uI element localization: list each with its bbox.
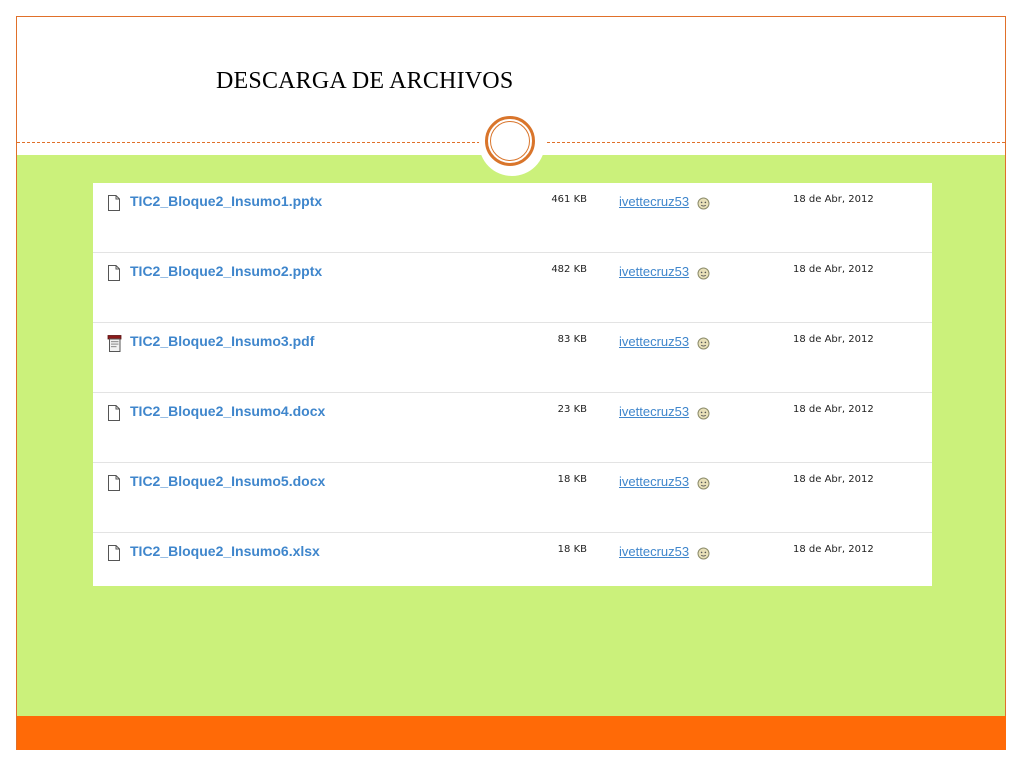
divider-ornament-inner-ring [490, 121, 530, 161]
pdf-icon [107, 335, 122, 352]
file-date: 18 de Abr, 2012 [793, 544, 874, 555]
file-row: TIC2_Bloque2_Insumo1.pptx 461 KB ivettec… [93, 183, 932, 253]
file-link[interactable]: TIC2_Bloque2_Insumo4.docx [130, 403, 325, 419]
document-icon [107, 195, 121, 211]
user-face-icon [697, 407, 710, 420]
user-link[interactable]: ivettecruz53 [619, 334, 689, 349]
file-link[interactable]: TIC2_Bloque2_Insumo6.xlsx [130, 543, 320, 559]
file-date: 18 de Abr, 2012 [793, 264, 874, 275]
file-row: TIC2_Bloque2_Insumo3.pdf 83 KB ivettecru… [93, 323, 932, 393]
file-size: 18 KB [557, 474, 587, 485]
user-face-icon [697, 197, 710, 210]
document-icon [107, 545, 121, 561]
file-list: TIC2_Bloque2_Insumo1.pptx 461 KB ivettec… [93, 183, 932, 586]
user-face-icon [697, 337, 710, 350]
file-date: 18 de Abr, 2012 [793, 474, 874, 485]
user-link[interactable]: ivettecruz53 [619, 404, 689, 419]
file-size: 83 KB [557, 334, 587, 345]
document-icon [107, 265, 121, 281]
file-row: TIC2_Bloque2_Insumo6.xlsx 18 KB ivettecr… [93, 533, 932, 586]
file-row: TIC2_Bloque2_Insumo5.docx 18 KB ivettecr… [93, 463, 932, 533]
user-face-icon [697, 547, 710, 560]
file-date: 18 de Abr, 2012 [793, 194, 874, 205]
file-row: TIC2_Bloque2_Insumo4.docx 23 KB ivettecr… [93, 393, 932, 463]
file-date: 18 de Abr, 2012 [793, 404, 874, 415]
user-link[interactable]: ivettecruz53 [619, 264, 689, 279]
document-icon [107, 405, 121, 421]
file-link[interactable]: TIC2_Bloque2_Insumo3.pdf [130, 333, 314, 349]
file-date: 18 de Abr, 2012 [793, 334, 874, 345]
file-link[interactable]: TIC2_Bloque2_Insumo5.docx [130, 473, 325, 489]
slide-title: DESCARGA DE ARCHIVOS [216, 68, 514, 94]
file-size: 461 KB [551, 194, 587, 205]
user-link[interactable]: ivettecruz53 [619, 544, 689, 559]
file-size: 482 KB [551, 264, 587, 275]
file-row: TIC2_Bloque2_Insumo2.pptx 482 KB ivettec… [93, 253, 932, 323]
file-size: 23 KB [557, 404, 587, 415]
file-size: 18 KB [557, 544, 587, 555]
user-face-icon [697, 267, 710, 280]
file-link[interactable]: TIC2_Bloque2_Insumo1.pptx [130, 193, 322, 209]
document-icon [107, 475, 121, 491]
user-link[interactable]: ivettecruz53 [619, 474, 689, 489]
file-link[interactable]: TIC2_Bloque2_Insumo2.pptx [130, 263, 322, 279]
user-face-icon [697, 477, 710, 490]
footer-bar [17, 716, 1006, 750]
user-link[interactable]: ivettecruz53 [619, 194, 689, 209]
